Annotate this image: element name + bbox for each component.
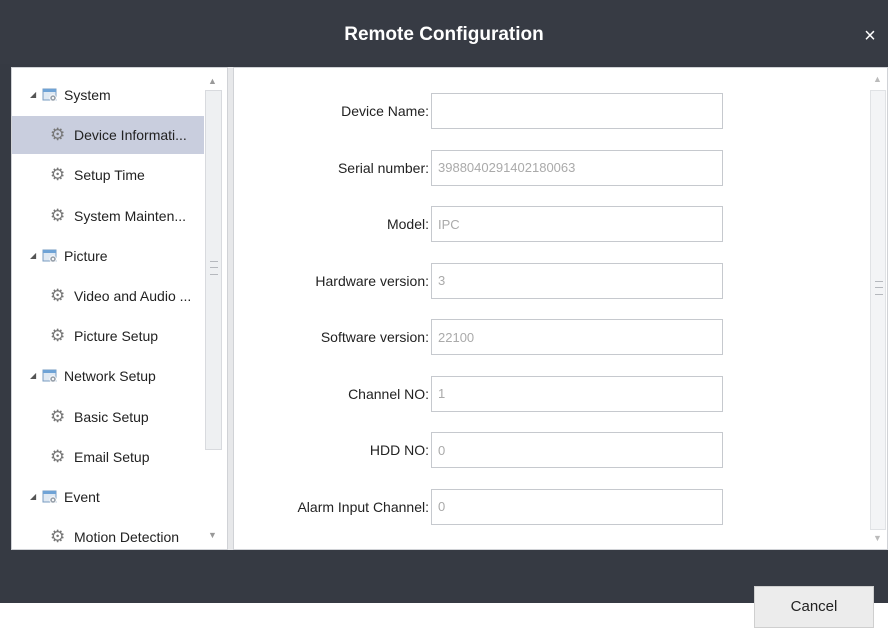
remote-configuration-window: Remote Configuration × ◢ System ⚙ Device In… xyxy=(0,0,888,628)
tree-child-item[interactable]: ⚙ System Mainten... xyxy=(12,197,204,235)
form-row: Hardware version: xyxy=(234,262,834,299)
tree-item-label: Device Informati... xyxy=(74,127,187,144)
gear-icon: ⚙ xyxy=(50,286,66,305)
tree-child-item[interactable]: ⚙ Device Informati... xyxy=(12,116,204,155)
window-title: Remote Configuration xyxy=(344,24,544,45)
gear-icon: ⚙ xyxy=(50,125,66,145)
tree-scrollbar-thumb[interactable] xyxy=(205,90,222,450)
readonly-field[interactable] xyxy=(431,149,723,186)
tree-item-label: Event xyxy=(64,489,100,505)
tree-group-item[interactable]: ◢ Picture xyxy=(12,237,204,275)
field-label: Device Name: xyxy=(341,103,429,119)
tree-item-label: System xyxy=(64,87,111,103)
scroll-up-icon[interactable]: ▲ xyxy=(873,74,882,84)
readonly-field[interactable] xyxy=(431,488,723,525)
field-label: Alarm Input Channel: xyxy=(297,498,429,515)
form-row: Model: xyxy=(234,206,834,242)
expand-arrow-icon[interactable]: ◢ xyxy=(30,237,36,275)
gear-icon: ⚙ xyxy=(50,446,66,466)
folder-gear-icon xyxy=(42,249,57,263)
tree-item-label: Picture xyxy=(64,247,108,264)
form-row: Channel NO: xyxy=(234,375,834,412)
tree-item-label: Email Setup xyxy=(74,448,150,465)
tree-item-label: Network Setup xyxy=(64,368,156,385)
field-label: HDD NO: xyxy=(369,442,429,458)
gear-icon: ⚙ xyxy=(50,326,66,346)
cancel-button[interactable]: Cancel xyxy=(754,586,874,628)
expand-arrow-icon[interactable]: ◢ xyxy=(30,357,36,395)
close-icon[interactable]: × xyxy=(858,24,882,48)
tree-child-item[interactable]: ⚙ Setup Time xyxy=(12,156,204,194)
form-row: Software version: xyxy=(234,319,834,355)
folder-gear-icon xyxy=(42,369,57,383)
readonly-field[interactable] xyxy=(431,206,723,242)
device-name-input[interactable] xyxy=(431,93,723,129)
tree-child-item[interactable]: ⚙ Basic Setup xyxy=(12,398,204,436)
readonly-field[interactable] xyxy=(431,319,723,355)
scroll-down-icon[interactable]: ▼ xyxy=(208,530,217,540)
expand-arrow-icon[interactable]: ◢ xyxy=(30,76,36,114)
tree-item-label: Basic Setup xyxy=(74,408,149,425)
grip-icon xyxy=(875,281,883,295)
readonly-field[interactable] xyxy=(431,262,723,299)
gear-icon: ⚙ xyxy=(50,527,66,547)
tree-child-item[interactable]: ⚙ Motion Detection xyxy=(12,518,204,549)
folder-gear-icon xyxy=(42,88,57,102)
field-label: Channel NO: xyxy=(348,385,429,402)
tree-group-item[interactable]: ◢ Network Setup xyxy=(12,357,204,395)
tree-item-label: System Mainten... xyxy=(74,207,187,224)
tree-group-item[interactable]: ◢ System xyxy=(12,76,204,114)
field-label: Model: xyxy=(386,216,429,232)
readonly-field[interactable] xyxy=(431,375,723,412)
tree-child-item[interactable]: ⚙ Video and Audio ... xyxy=(12,277,204,315)
form-row: HDD NO: xyxy=(234,432,834,468)
tree-item-label: Picture Setup xyxy=(74,328,159,345)
folder-gear-icon xyxy=(42,490,57,504)
gear-icon: ⚙ xyxy=(50,165,66,185)
form-row: Alarm Input Channel: xyxy=(234,488,834,525)
readonly-field[interactable] xyxy=(431,432,723,468)
field-label: Software version: xyxy=(320,329,429,345)
gear-icon: ⚙ xyxy=(50,205,66,225)
device-information-form: Device Name: Serial number: Model: Hardware… xyxy=(233,67,888,550)
scroll-down-icon[interactable]: ▼ xyxy=(873,533,882,543)
form-scrollbar-thumb[interactable] xyxy=(870,90,886,530)
field-label: Hardware version: xyxy=(315,272,429,289)
tree-item-label: Motion Detection xyxy=(74,529,180,546)
grip-icon xyxy=(210,261,218,275)
field-label: Serial number: xyxy=(337,159,429,176)
settings-tree: ◢ System ⚙ Device Informati... ⚙ Setup Time ⚙ S… xyxy=(11,67,228,550)
expand-arrow-icon[interactable]: ◢ xyxy=(30,478,36,516)
tree-child-item[interactable]: ⚙ Email Setup xyxy=(12,438,204,476)
tree-child-item[interactable]: ⚙ Picture Setup xyxy=(12,317,204,355)
form-row: Serial number: xyxy=(234,149,834,186)
tree-item-label: Video and Audio ... xyxy=(74,288,192,304)
tree-group-item[interactable]: ◢ Event xyxy=(12,478,204,516)
tree-scrollbar[interactable]: ▲ ▼ xyxy=(204,74,223,544)
gear-icon: ⚙ xyxy=(50,406,66,426)
form-row: Device Name: xyxy=(234,93,834,129)
form-scrollbar[interactable]: ▲ ▼ xyxy=(869,68,887,549)
scroll-up-icon[interactable]: ▲ xyxy=(208,76,217,86)
tree-item-label: Setup Time xyxy=(74,167,145,184)
